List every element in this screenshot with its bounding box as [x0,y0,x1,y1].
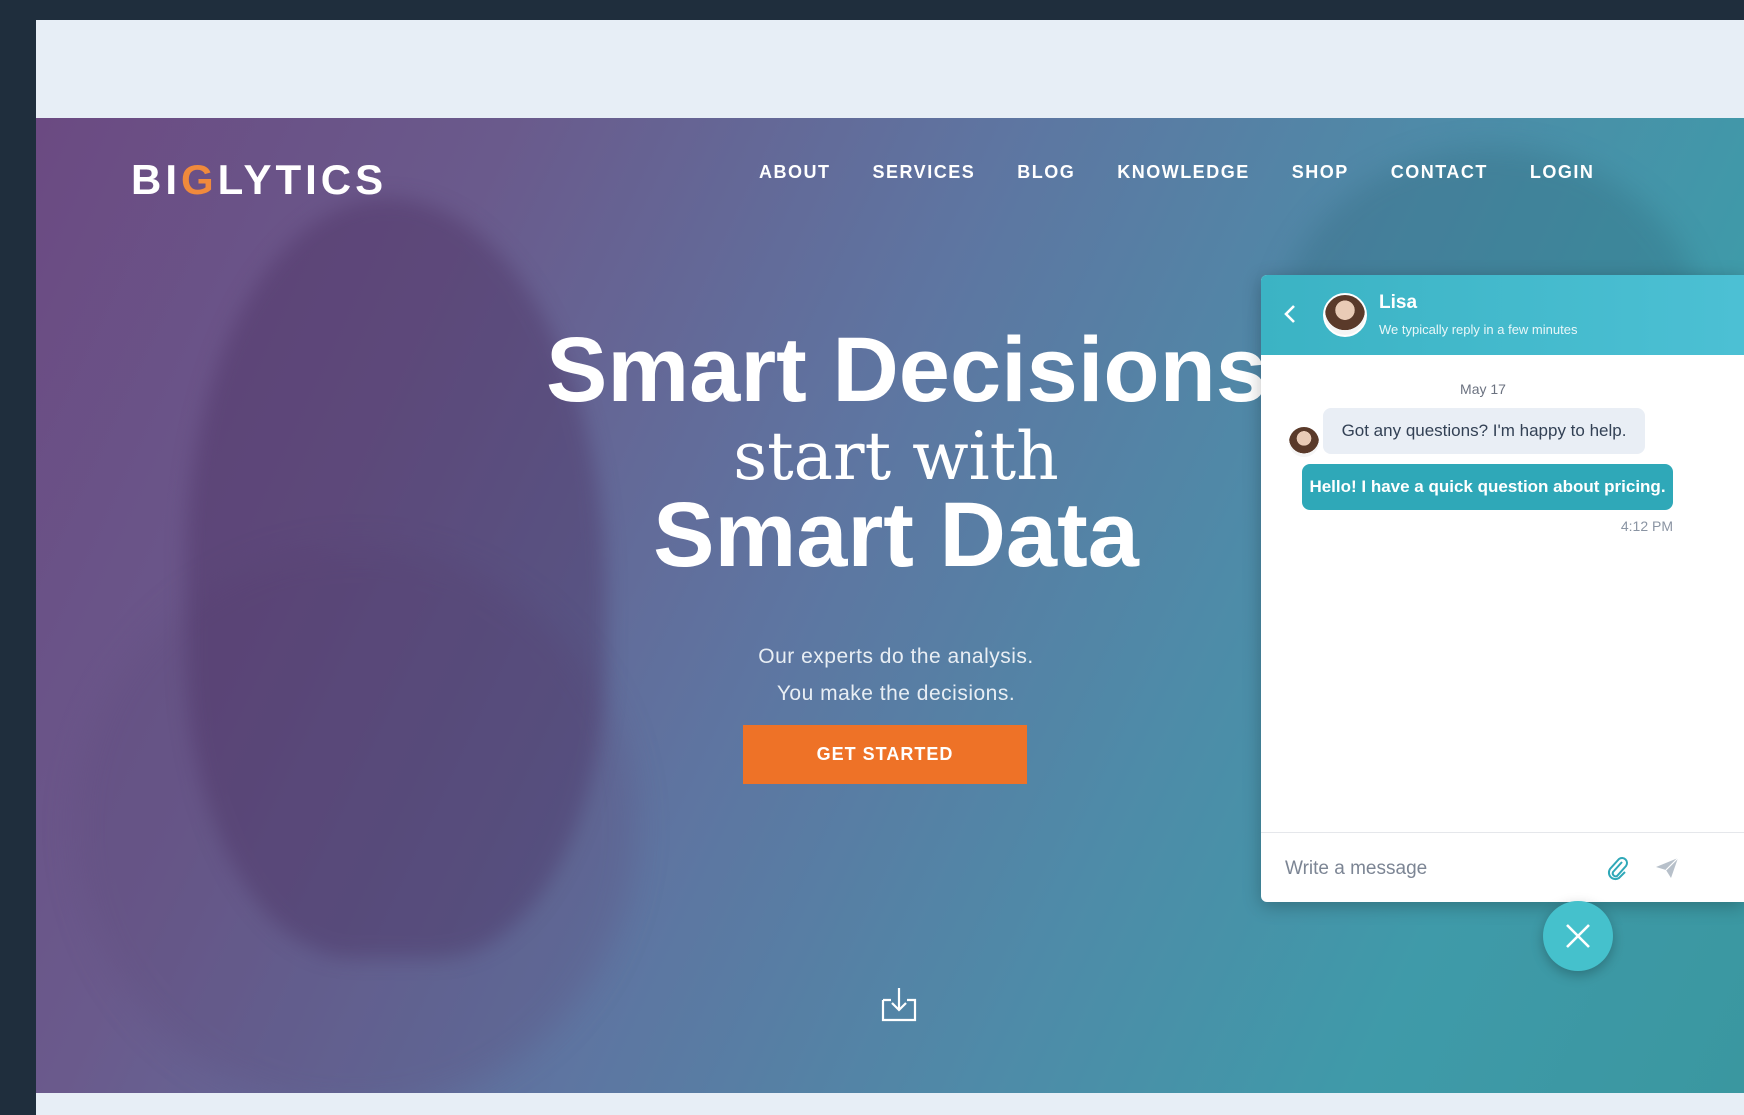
logo-g-mark: G [181,156,218,203]
close-icon [1566,924,1590,948]
headline-line-1: Smart Decisions [546,319,1267,421]
user-message: Hello! I have a quick question about pri… [1302,464,1673,510]
agent-avatar-small [1289,427,1319,457]
subtitle-line-2: You make the decisions. [776,682,1016,705]
chat-header: Lisa We typically reply in a few minutes [1261,275,1744,355]
main-nav: ABOUT SERVICES BLOG KNOWLEDGE SHOP CONTA… [759,162,1636,183]
chat-date: May 17 [1460,381,1506,397]
get-started-button[interactable]: GET STARTED [743,725,1027,784]
nav-blog[interactable]: BLOG [1017,162,1075,183]
nav-about[interactable]: ABOUT [759,162,831,183]
agent-message: Got any questions? I'm happy to help. [1323,408,1645,454]
send-icon[interactable] [1655,857,1679,879]
download-tray-icon[interactable] [879,986,919,1024]
chat-widget: Lisa We typically reply in a few minutes… [1261,275,1744,902]
nav-contact[interactable]: CONTACT [1391,162,1488,183]
logo-text-suffix: LYTICS [217,156,388,203]
nav-login[interactable]: LOGIN [1530,162,1595,183]
browser-viewport: BIGLYTICS ABOUT SERVICES BLOG KNOWLEDGE … [36,20,1744,1115]
brand-logo[interactable]: BIGLYTICS [131,156,387,204]
nav-shop[interactable]: SHOP [1292,162,1349,183]
headline-line-3: Smart Data [653,484,1139,586]
agent-name: Lisa [1379,292,1418,313]
message-input[interactable] [1283,853,1587,885]
subtitle-line-1: Our experts do the analysis. [758,645,1034,668]
message-timestamp: 4:12 PM [1620,518,1673,534]
paperclip-icon[interactable] [1606,855,1630,881]
close-chat-button[interactable] [1543,901,1613,971]
nav-services[interactable]: SERVICES [873,162,976,183]
chat-composer [1261,832,1744,902]
nav-knowledge[interactable]: KNOWLEDGE [1117,162,1250,183]
logo-text-prefix: BI [131,156,181,203]
agent-avatar [1323,293,1367,337]
agent-status: We typically reply in a few minutes [1379,322,1578,337]
chevron-left-icon[interactable] [1283,303,1297,325]
hero-subtitle: Our experts do the analysis. You make th… [596,638,1196,712]
